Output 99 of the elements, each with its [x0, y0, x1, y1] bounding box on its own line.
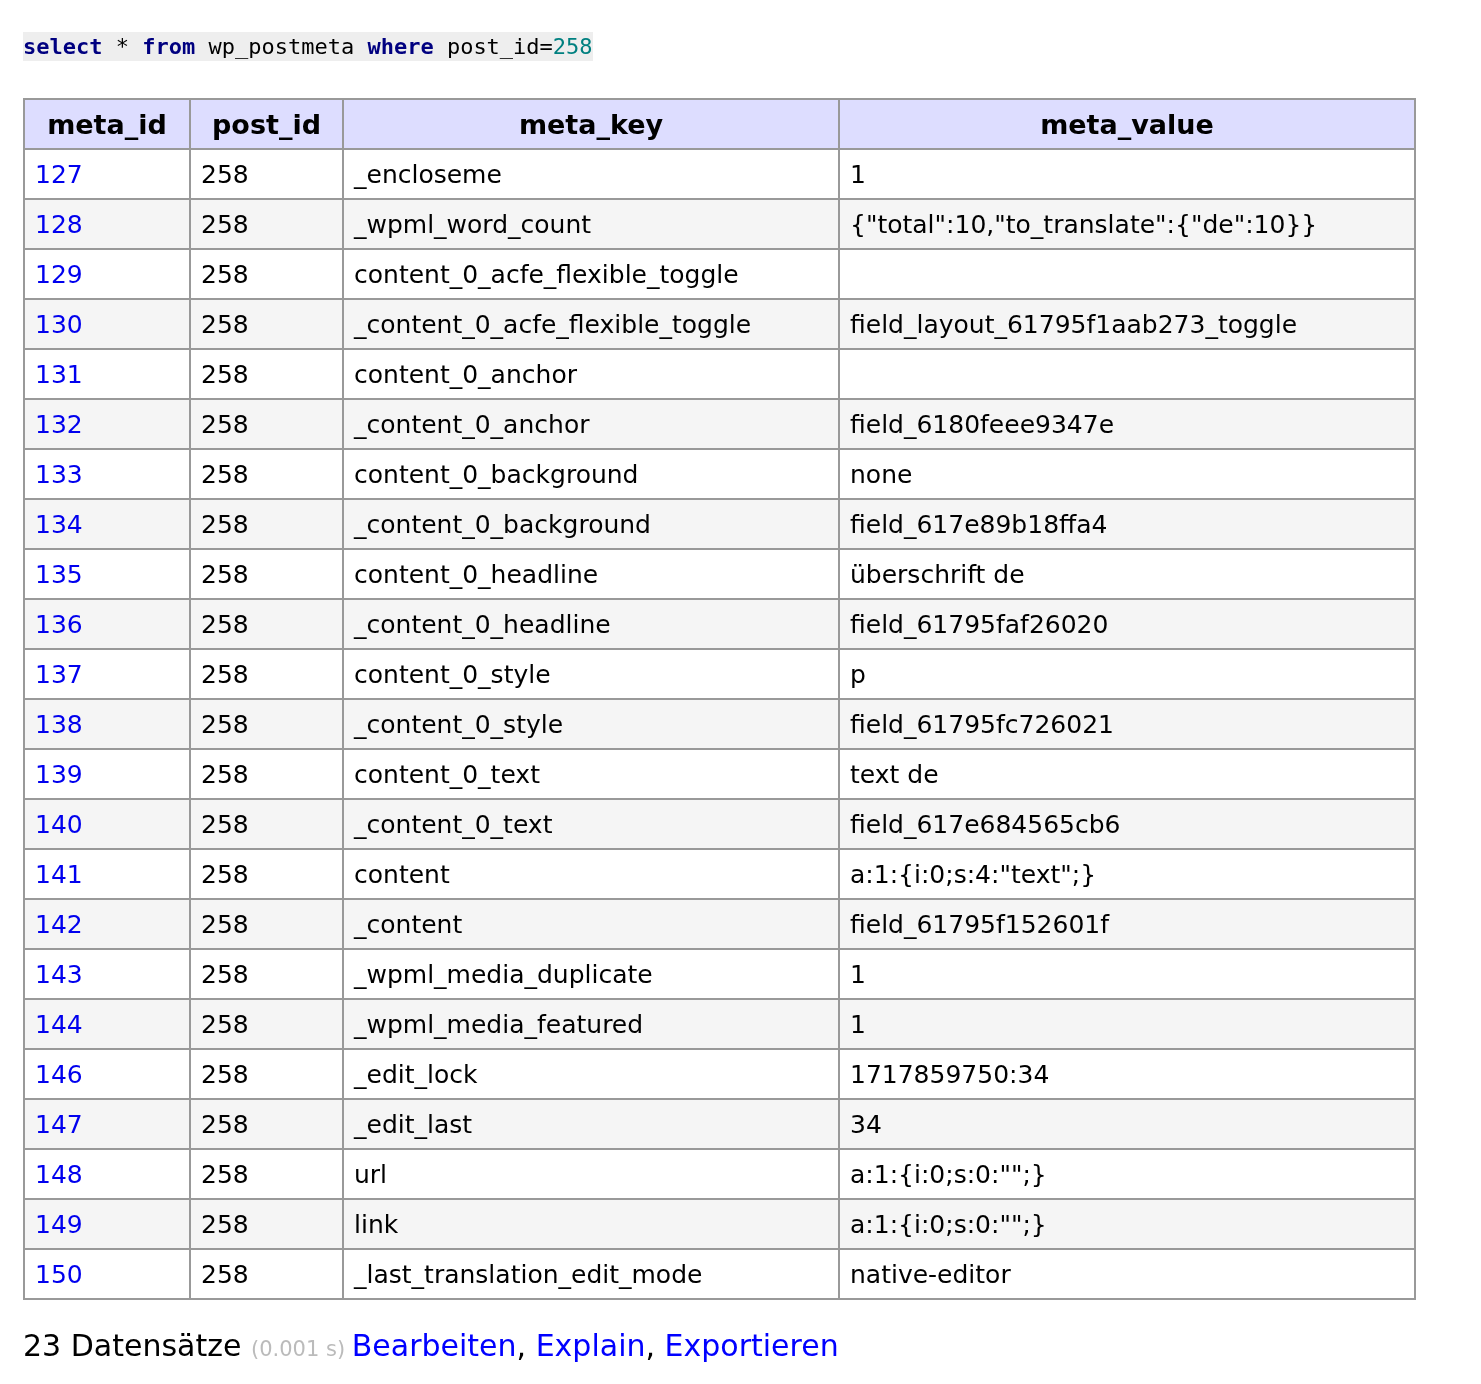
column-header: meta_id [24, 99, 190, 149]
table-cell: {"total":10,"to_translate":{"de":10}} [850, 209, 1318, 239]
sql-query: select * from wp_postmeta where post_id=258 [23, 32, 593, 61]
result-summary: 23 Datensätze (0.001 s) Bearbeiten, Explain, Exportieren [23, 1328, 840, 1363]
table-cell: 1 [850, 959, 866, 989]
table-cell: 258 [201, 159, 249, 189]
table-cell: _content_0_anchor [354, 409, 590, 439]
meta-id-link[interactable]: 127 [35, 159, 83, 189]
meta-id-link[interactable]: 130 [35, 309, 83, 339]
table-cell: 258 [201, 1009, 249, 1039]
table-cell: p [850, 659, 866, 689]
table-cell: _content_0_headline [354, 609, 611, 639]
table-cell: 258 [201, 209, 249, 239]
meta-id-link[interactable]: 147 [35, 1109, 83, 1139]
meta-id-link[interactable]: 129 [35, 259, 83, 289]
table-cell: field_6180feee9347e [850, 409, 1114, 439]
table-cell: _content_0_text [354, 809, 553, 839]
table-cell: 258 [201, 1159, 249, 1189]
meta-id-link[interactable]: 139 [35, 759, 83, 789]
column-header: meta_key [343, 99, 839, 149]
column-header: post_id [190, 99, 343, 149]
meta-id-link[interactable]: 141 [35, 859, 83, 889]
table-cell: 258 [201, 659, 249, 689]
meta-id-link[interactable]: 140 [35, 809, 83, 839]
table-cell: native-editor [850, 1259, 1011, 1289]
table-cell: 258 [201, 759, 249, 789]
action-link[interactable]: Bearbeiten [351, 1328, 517, 1363]
meta-id-link[interactable]: 142 [35, 909, 83, 939]
table-cell: 258 [201, 459, 249, 489]
table-cell: 258 [201, 1209, 249, 1239]
table-cell: 258 [201, 1109, 249, 1139]
table-cell: 1 [850, 1009, 866, 1039]
table-cell: 1 [850, 159, 866, 189]
table-cell: field_61795f152601f [850, 909, 1109, 939]
action-link[interactable]: Exportieren [664, 1328, 839, 1363]
table-cell: field_layout_61795f1aab273_toggle [850, 309, 1298, 339]
table-cell: 258 [201, 409, 249, 439]
table-cell: text de [850, 759, 939, 789]
table-cell: _content_0_style [354, 709, 564, 739]
meta-id-link[interactable]: 146 [35, 1059, 83, 1089]
meta-id-link[interactable]: 136 [35, 609, 83, 639]
table-cell: url [354, 1159, 388, 1189]
meta-id-link[interactable]: 143 [35, 959, 83, 989]
table-cell: _edit_last [354, 1109, 473, 1139]
table-cell: _content_0_acfe_flexible_toggle [354, 309, 752, 339]
table-cell: a:1:{i:0;s:4:"text";} [850, 859, 1097, 889]
table-cell: 258 [201, 509, 249, 539]
table-cell: 258 [201, 809, 249, 839]
action-link[interactable]: Explain [535, 1328, 646, 1363]
table-cell: überschrift de [850, 559, 1025, 589]
table-cell: content [354, 859, 450, 889]
table-cell: _content_0_background [354, 509, 651, 539]
table-cell: field_61795faf26020 [850, 609, 1109, 639]
table-cell: content_0_text [354, 759, 540, 789]
table-cell: 258 [201, 359, 249, 389]
table-cell: _wpml_media_featured [354, 1009, 644, 1039]
table-cell: content_0_anchor [354, 359, 577, 389]
table-cell: content_0_style [354, 659, 551, 689]
meta-id-link[interactable]: 133 [35, 459, 83, 489]
meta-id-link[interactable]: 150 [35, 1259, 83, 1289]
meta-id-link[interactable]: 138 [35, 709, 83, 739]
table-cell: field_617e684565cb6 [850, 809, 1121, 839]
table-cell: 258 [201, 959, 249, 989]
meta-id-link[interactable]: 134 [35, 509, 83, 539]
table-cell: 258 [201, 709, 249, 739]
table-cell: _edit_lock [354, 1059, 478, 1089]
table-cell: 258 [201, 909, 249, 939]
table-cell: a:1:{i:0;s:0:"";} [850, 1209, 1047, 1239]
meta-id-link[interactable]: 149 [35, 1209, 83, 1239]
table-cell: field_617e89b18ffa4 [850, 509, 1108, 539]
table-cell: _wpml_word_count [354, 209, 592, 239]
table-cell: a:1:{i:0;s:0:"";} [850, 1159, 1047, 1189]
table-cell: content_0_background [354, 459, 639, 489]
table-cell: 258 [201, 1259, 249, 1289]
table-cell: none [850, 459, 913, 489]
table-cell: field_61795fc726021 [850, 709, 1114, 739]
table-cell: 258 [201, 259, 249, 289]
column-header: meta_value [839, 99, 1415, 149]
table-cell: 258 [201, 609, 249, 639]
table-cell: 34 [850, 1109, 882, 1139]
meta-id-link[interactable]: 128 [35, 209, 83, 239]
meta-id-link[interactable]: 132 [35, 409, 83, 439]
meta-id-link[interactable]: 131 [35, 359, 83, 389]
table-cell: _wpml_media_duplicate [354, 959, 653, 989]
table-cell: content_0_acfe_flexible_toggle [354, 259, 739, 289]
table-cell: link [354, 1209, 399, 1239]
meta-id-link[interactable]: 144 [35, 1009, 83, 1039]
meta-id-link[interactable]: 148 [35, 1159, 83, 1189]
table-cell: content_0_headline [354, 559, 599, 589]
table-cell: _last_translation_edit_mode [354, 1259, 703, 1289]
table-cell: _encloseme [354, 159, 502, 189]
meta-id-link[interactable]: 137 [35, 659, 83, 689]
table-cell: 258 [201, 309, 249, 339]
table-cell: 258 [201, 1059, 249, 1089]
table-cell: 258 [201, 859, 249, 889]
table-cell: 1717859750:34 [850, 1059, 1050, 1089]
meta-id-link[interactable]: 135 [35, 559, 83, 589]
table-cell: _content [354, 909, 463, 939]
table-cell: 258 [201, 559, 249, 589]
